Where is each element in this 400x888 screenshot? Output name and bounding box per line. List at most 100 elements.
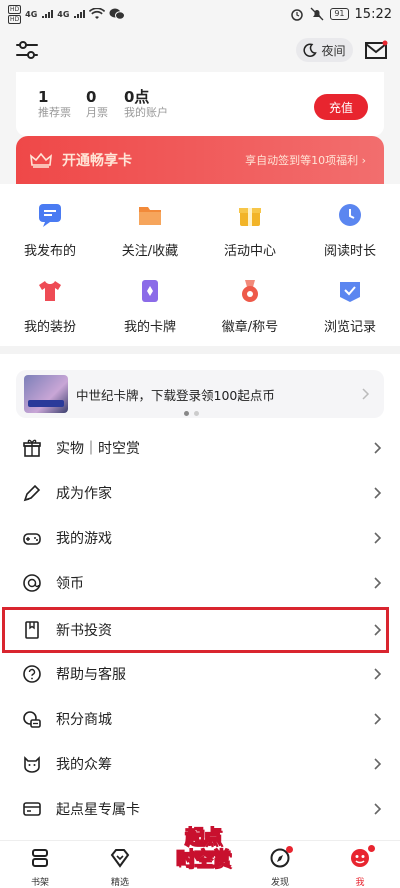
grid-item-label: 徽章/称号 bbox=[221, 320, 279, 335]
chevron-right-icon bbox=[374, 486, 382, 499]
gamepad-icon bbox=[23, 532, 41, 545]
carousel-dots bbox=[184, 411, 199, 416]
grid-item-label: 浏览记录 bbox=[323, 320, 376, 335]
nav-label: 精选 bbox=[110, 878, 129, 888]
alarm-icon bbox=[291, 9, 304, 21]
nav-featured[interactable]: 精选 bbox=[90, 847, 150, 888]
nav-label: 书架 bbox=[30, 878, 49, 888]
section-divider bbox=[0, 346, 400, 354]
recharge-button[interactable]: 充值 bbox=[314, 94, 368, 120]
sim-indicators: HD HD bbox=[8, 4, 22, 24]
help-icon bbox=[23, 664, 41, 683]
chevron-right-icon bbox=[374, 802, 382, 815]
chevron-right-icon bbox=[374, 712, 382, 725]
grid-item-my-posts[interactable]: 我发布的 bbox=[0, 202, 100, 259]
stat-value: 0点 bbox=[124, 88, 150, 106]
mute-icon bbox=[310, 7, 324, 21]
grid-item-label: 我的卡牌 bbox=[123, 320, 176, 335]
carousel-dot-active bbox=[184, 411, 189, 416]
grid-item-label: 我发布的 bbox=[23, 244, 76, 259]
medal-icon bbox=[242, 280, 258, 302]
menu-item-help-support[interactable]: 帮助与客服 bbox=[0, 651, 400, 696]
menu-item-label: 起点星专属卡 bbox=[56, 801, 140, 818]
chevron-right-icon bbox=[374, 757, 382, 770]
chevron-right-icon bbox=[374, 576, 382, 589]
points-icon bbox=[23, 710, 41, 728]
grid-item-my-outfit[interactable]: 我的装扮 bbox=[0, 278, 100, 335]
gift-icon bbox=[23, 439, 41, 457]
promo-banner[interactable]: 中世纪卡牌，下载登录领100起点币 bbox=[16, 370, 384, 418]
grid-item-label: 关注/收藏 bbox=[121, 244, 179, 259]
vip-promo-text: 享自动签到等10项福利 › bbox=[245, 154, 366, 167]
signal-icon bbox=[42, 10, 54, 18]
account-card: 1 推荐票 0 月票 0点 我的账户 充值 bbox=[16, 72, 384, 136]
tshirt-icon bbox=[39, 281, 61, 301]
status-time: 15:22 bbox=[354, 6, 392, 22]
crowdfund-icon bbox=[24, 755, 40, 773]
moon-icon bbox=[303, 43, 318, 57]
grid-item-follow-favorites[interactable]: 关注/收藏 bbox=[100, 202, 200, 259]
history-icon bbox=[340, 282, 360, 302]
menu-item-claim-coins[interactable]: 领币 bbox=[0, 560, 400, 605]
stat-value: 0 bbox=[86, 88, 97, 106]
promo-thumbnail-image bbox=[24, 375, 68, 413]
stat-monthly-tickets[interactable]: 0 月票 bbox=[86, 88, 108, 120]
night-mode-button[interactable]: 夜间 bbox=[296, 38, 353, 62]
chevron-right-icon bbox=[374, 667, 382, 680]
center-logo-button[interactable]: 起点 时空赏 bbox=[168, 825, 238, 884]
chevron-right-icon bbox=[362, 388, 370, 400]
highlight-box bbox=[2, 607, 389, 653]
menu-item-label: 领币 bbox=[56, 575, 84, 592]
folder-icon bbox=[139, 207, 161, 225]
signal2-icon bbox=[74, 10, 86, 18]
nav-label: 发现 bbox=[270, 878, 289, 888]
grid-item-reading-time[interactable]: 阅读时长 bbox=[300, 202, 400, 259]
grid-item-my-cards[interactable]: 我的卡牌 bbox=[100, 278, 200, 335]
promo-text: 中世纪卡牌，下载登录领100起点币 bbox=[76, 387, 275, 403]
carousel-dot bbox=[194, 411, 199, 416]
grid-item-browse-history[interactable]: 浏览记录 bbox=[300, 278, 400, 335]
stat-value: 1 bbox=[38, 88, 49, 106]
menu-item-my-crowdfunding[interactable]: 我的众筹 bbox=[0, 741, 400, 786]
coin-icon bbox=[23, 573, 41, 592]
nav-discover[interactable]: 发现 bbox=[250, 846, 310, 888]
sim1-badge: HD bbox=[8, 4, 22, 14]
post-icon bbox=[39, 204, 61, 227]
grid-item-activity-center[interactable]: 活动中心 bbox=[200, 202, 300, 259]
battery-indicator: 91 bbox=[330, 8, 349, 20]
card-outline-icon bbox=[23, 801, 41, 816]
mail-icon[interactable] bbox=[364, 40, 388, 60]
chevron-right-icon bbox=[374, 441, 382, 454]
stat-my-account[interactable]: 0点 我的账户 bbox=[124, 88, 168, 120]
night-mode-label: 夜间 bbox=[321, 43, 346, 58]
menu-item-my-games[interactable]: 我的游戏 bbox=[0, 515, 400, 560]
top-header: 夜间 bbox=[0, 28, 400, 72]
grid-item-label: 活动中心 bbox=[223, 244, 276, 259]
status-right: 91 15:22 bbox=[290, 7, 392, 22]
menu-item-label: 成为作家 bbox=[56, 485, 112, 502]
stat-recommend-tickets[interactable]: 1 推荐票 bbox=[38, 88, 71, 120]
nav-bookshelf[interactable]: 书架 bbox=[10, 847, 70, 888]
menu-item-become-writer[interactable]: 成为作家 bbox=[0, 470, 400, 515]
menu-item-points-mall[interactable]: 积分商城 bbox=[0, 696, 400, 741]
grid-item-label: 阅读时长 bbox=[323, 244, 376, 259]
settings-sliders-icon[interactable] bbox=[14, 38, 40, 62]
nav-me[interactable]: 我 bbox=[330, 845, 390, 888]
menu-item-label: 帮助与客服 bbox=[56, 666, 126, 683]
network1-label: 4G bbox=[25, 9, 38, 19]
vip-card-banner[interactable]: 开通畅享卡 享自动签到等10项福利 › bbox=[16, 136, 384, 184]
notification-dot bbox=[286, 846, 293, 853]
gift-box-icon bbox=[239, 208, 261, 226]
vip-title: 开通畅享卡 bbox=[62, 153, 132, 169]
crown-icon bbox=[30, 152, 52, 168]
stat-label: 推荐票 bbox=[38, 106, 71, 119]
feature-grid: 我发布的 关注/收藏 活动中心 阅读时长 我的装扮 我的卡牌 徽章/称号 浏览记… bbox=[0, 184, 400, 342]
sim2-badge: HD bbox=[8, 14, 22, 24]
menu-item-star-card[interactable]: 起点星专属卡 bbox=[0, 786, 400, 831]
grid-item-badges-titles[interactable]: 徽章/称号 bbox=[200, 278, 300, 335]
wifi-icon bbox=[89, 8, 106, 19]
stat-label: 我的账户 bbox=[124, 106, 168, 119]
clock-icon bbox=[339, 204, 361, 226]
menu-item-goods-rewards[interactable]: 实物｜时空赏 bbox=[0, 425, 400, 470]
card-icon bbox=[142, 280, 158, 302]
